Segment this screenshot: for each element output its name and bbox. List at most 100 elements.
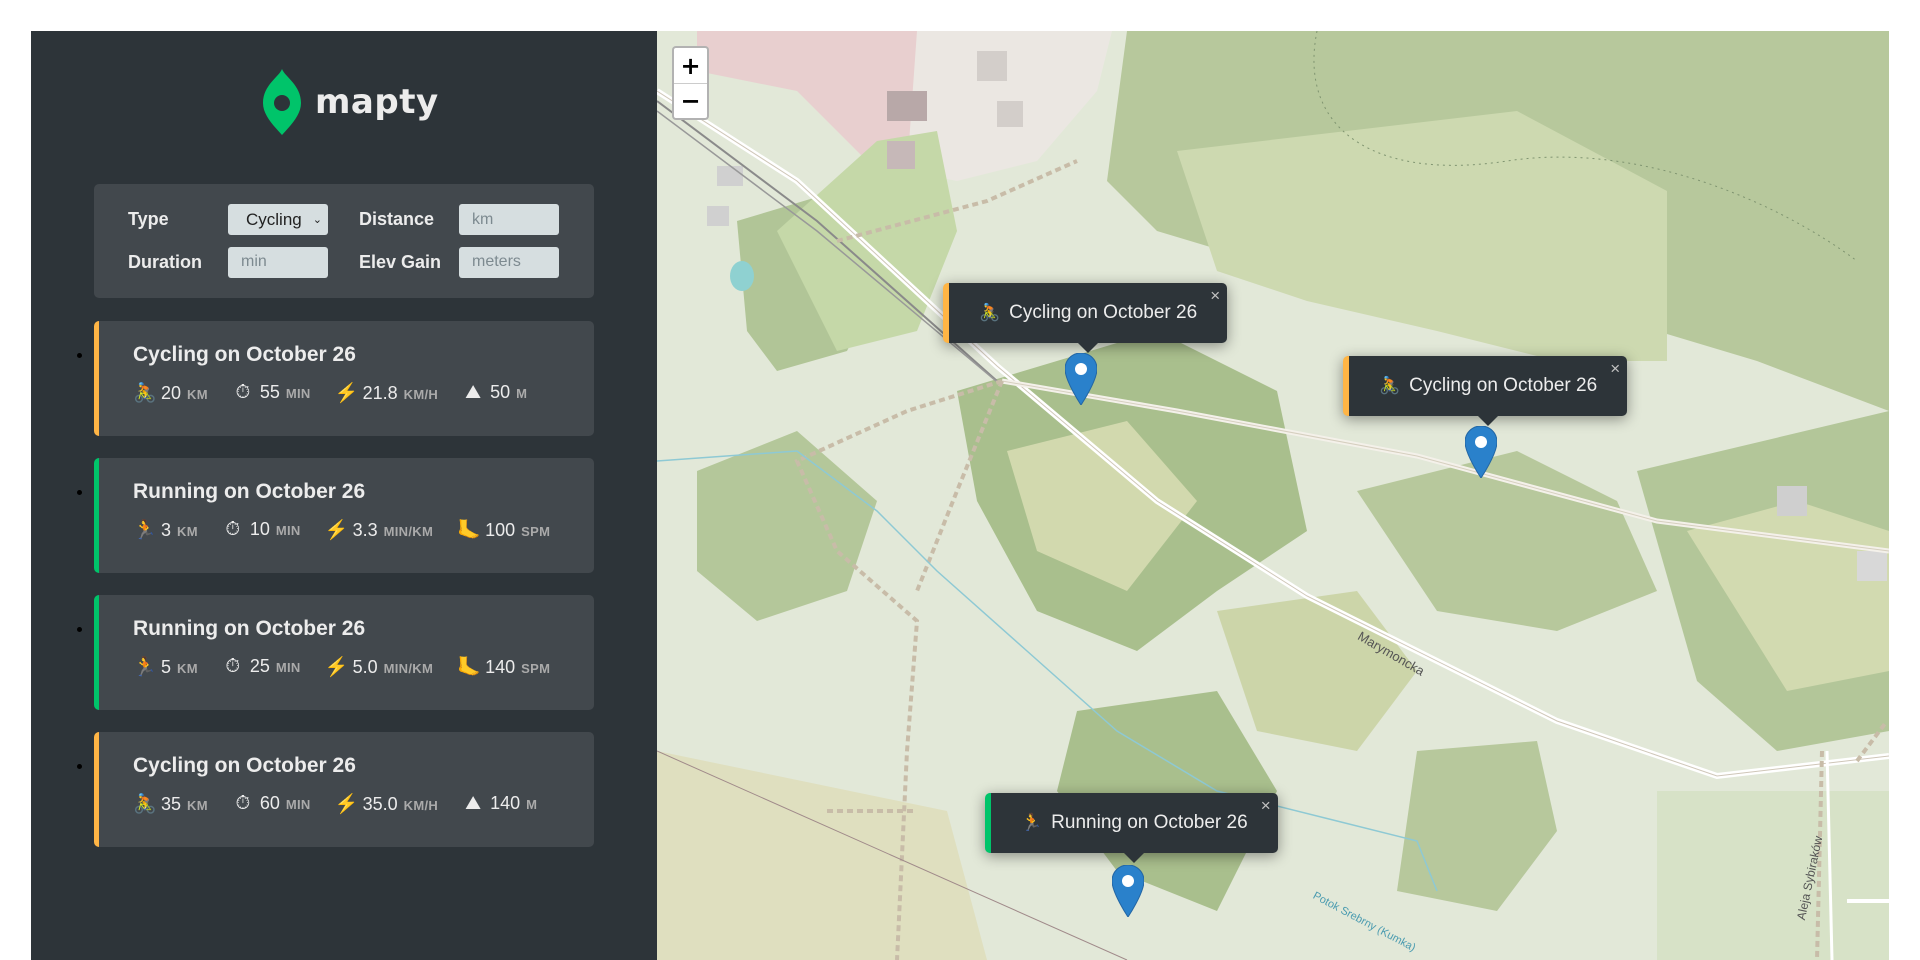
detail-value: 20 (161, 383, 182, 403)
detail-value: 3 (161, 520, 172, 540)
detail-unit: spm (521, 524, 551, 539)
detail-unit: min/km (383, 661, 434, 676)
type-label: Type (128, 209, 169, 230)
workout-detail: ⛰ 50 m (462, 382, 527, 404)
stopwatch-icon: ⏱ (235, 793, 251, 814)
workout-title: Cycling on October 26 (133, 343, 356, 366)
zoom-out-button[interactable]: − (674, 83, 707, 118)
workout-detail: ⏱ 60 min (232, 793, 311, 815)
runner-icon: 🏃 (133, 657, 157, 678)
workout-detail: ⛰ 140 m (462, 793, 537, 815)
workout-list: Cycling on October 26🚴20km⏱55min⚡21.8km/… (94, 321, 594, 869)
zoom-control: + − (672, 46, 709, 120)
workout-detail: ⏱ 25 min (222, 656, 301, 678)
zoom-in-button[interactable]: + (674, 48, 707, 83)
detail-value: 25 (249, 656, 270, 676)
detail-unit: m (516, 386, 528, 401)
workout-detail: 🏃 5 km (133, 655, 198, 679)
duration-label: Duration (128, 251, 202, 272)
workout-details: 🏃 5 km ⏱ 25 min ⚡ 5.0 min/km 🦶 140 spm (133, 655, 560, 679)
workout-title: Running on October 26 (133, 617, 366, 640)
map[interactable]: Marymoncka Aleja Sybiraków Potok Srebrny… (657, 31, 1889, 960)
workout-detail: 🚴 35 km (133, 792, 208, 816)
runner-icon: 🏃 (133, 520, 157, 541)
detail-value: 35.0 (362, 794, 398, 814)
workout-detail: ⚡ 35.0 km/h (335, 792, 438, 816)
detail-unit: min (285, 797, 311, 812)
stopwatch-icon: ⏱ (225, 519, 241, 540)
workout-form: Type Cycling ⌄ Distance km Duration min … (94, 184, 594, 298)
type-select-value: Cycling (246, 209, 302, 229)
detail-unit: min/km (383, 524, 434, 539)
detail-unit: km/h (403, 798, 439, 813)
workout-popup[interactable]: 🚴 Cycling on October 26 × (943, 283, 1228, 353)
popup-text: Cycling on October 26 (1009, 302, 1198, 323)
workout-detail: ⚡ 3.3 min/km (325, 518, 434, 542)
cyclist-icon: 🚴 (133, 383, 157, 404)
lightning-icon: ⚡ (334, 794, 359, 815)
workout-detail: ⏱ 55 min (232, 382, 311, 404)
distance-label: Distance (359, 209, 435, 230)
close-icon[interactable]: × (1261, 796, 1271, 816)
workout-details: 🚴 35 km ⏱ 60 min ⚡ 35.0 km/h ⛰ 140 m (133, 792, 560, 816)
cyclist-icon: 🚴 (133, 794, 157, 815)
stopwatch-icon: ⏱ (225, 656, 241, 677)
workout-item[interactable]: Cycling on October 26 🚴35 km ⏱ 60 min ⚡35.0 km/… (94, 732, 594, 847)
elev-gain-label: Elev Gain (359, 251, 442, 272)
popup-text: Cycling on October 26 (1409, 375, 1598, 396)
detail-value: 60 (259, 793, 280, 813)
detail-value: 55 (259, 382, 280, 402)
foot-icon: 🦶 (457, 520, 481, 541)
map-marker-icon[interactable] (1465, 426, 1497, 478)
detail-value: 50 (490, 382, 511, 402)
cyclist-icon: 🚴 (1379, 376, 1401, 395)
runner-icon: 🏃 (1021, 813, 1043, 832)
workout-detail: 🏃 3 km (133, 518, 198, 542)
mountain-icon: ⛰ (465, 793, 482, 814)
detail-unit: km (187, 798, 208, 813)
detail-unit: spm (521, 661, 551, 676)
map-marker-icon[interactable] (1065, 353, 1097, 405)
map-marker-icon[interactable] (1112, 865, 1144, 917)
elev-gain-input[interactable]: meters (459, 246, 559, 278)
type-select[interactable]: Cycling ⌄ (228, 204, 328, 236)
foot-icon: 🦶 (457, 657, 481, 678)
close-icon[interactable]: × (1210, 286, 1220, 306)
detail-value: 3.3 (352, 520, 378, 540)
detail-value: 10 (249, 519, 270, 539)
workout-detail: ⏱ 10 min (222, 519, 301, 541)
detail-value: 35 (161, 794, 182, 814)
detail-value: 140 (485, 657, 516, 677)
app: mapty Type Cycling ⌄ Distance km Duratio… (31, 31, 1889, 960)
lightning-icon: ⚡ (324, 657, 349, 678)
close-icon[interactable]: × (1610, 359, 1620, 379)
logo-text: mapty (315, 82, 439, 122)
duration-input[interactable]: min (228, 246, 328, 278)
workout-detail: ⚡ 21.8 km/h (335, 381, 438, 405)
distance-input[interactable]: km (459, 204, 559, 236)
detail-value: 140 (490, 793, 521, 813)
workout-item[interactable]: Cycling on October 26 🚴20 km ⏱ 55 min ⚡21.8 km/… (94, 321, 594, 436)
workout-popup[interactable]: 🏃 Running on October 26 × (985, 793, 1278, 863)
logo: mapty (263, 69, 439, 135)
workout-popup[interactable]: 🚴 Cycling on October 26 × (1343, 356, 1628, 426)
workout-item[interactable]: Running on October 26 🏃5 km ⏱ 25 min ⚡5.0 min/k… (94, 595, 594, 710)
popup-text: Running on October 26 (1051, 812, 1248, 833)
detail-unit: km (177, 524, 198, 539)
detail-unit: km/h (403, 387, 439, 402)
mountain-icon: ⛰ (465, 382, 482, 403)
detail-unit: min (285, 386, 311, 401)
detail-unit: min (275, 523, 301, 538)
workout-detail: 🚴 20 km (133, 381, 208, 405)
lightning-icon: ⚡ (334, 383, 359, 404)
detail-value: 5.0 (352, 657, 378, 677)
workout-title: Cycling on October 26 (133, 754, 356, 777)
workout-details: 🚴 20 km ⏱ 55 min ⚡ 21.8 km/h ⛰ 50 m (133, 381, 560, 405)
detail-value: 5 (161, 657, 172, 677)
detail-unit: km (187, 387, 208, 402)
detail-unit: km (177, 661, 198, 676)
detail-unit: m (526, 797, 538, 812)
stopwatch-icon: ⏱ (235, 382, 251, 403)
sidebar: mapty Type Cycling ⌄ Distance km Duratio… (31, 31, 657, 960)
workout-item[interactable]: Running on October 26 🏃3 km ⏱ 10 min ⚡3.3 min/k… (94, 458, 594, 573)
